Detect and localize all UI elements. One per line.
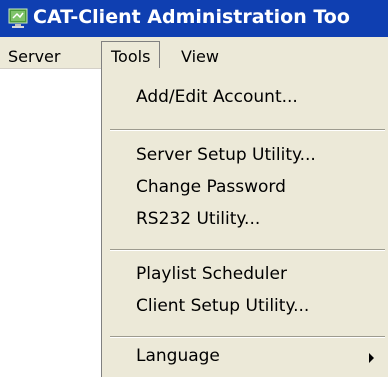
menu-item-server-setup-utility[interactable]: Server Setup Utility... [136, 145, 316, 165]
menu-separator [110, 249, 385, 251]
menu-server[interactable]: Server [8, 47, 60, 69]
chevron-right-icon [369, 353, 374, 363]
menu-item-rs232-utility[interactable]: RS232 Utility... [136, 209, 260, 229]
menu-item-client-setup-utility[interactable]: Client Setup Utility... [136, 296, 309, 316]
monitor-app-icon [8, 8, 28, 28]
window-title: CAT-Client Administration Too [33, 6, 350, 28]
menu-tools[interactable]: Tools [101, 41, 161, 69]
menu-view[interactable]: View [181, 47, 219, 69]
menu-item-add-edit-account[interactable]: Add/Edit Account... [136, 87, 298, 107]
menu-item-change-password[interactable]: Change Password [136, 177, 286, 197]
menu-separator [110, 129, 385, 131]
menu-item-language[interactable]: Language [136, 346, 220, 366]
menu-item-playlist-scheduler[interactable]: Playlist Scheduler [136, 264, 287, 284]
tools-dropdown-menu: Add/Edit Account... Server Setup Utility… [101, 68, 388, 377]
title-bar[interactable]: CAT-Client Administration Too [0, 0, 388, 37]
menu-separator [110, 336, 385, 338]
